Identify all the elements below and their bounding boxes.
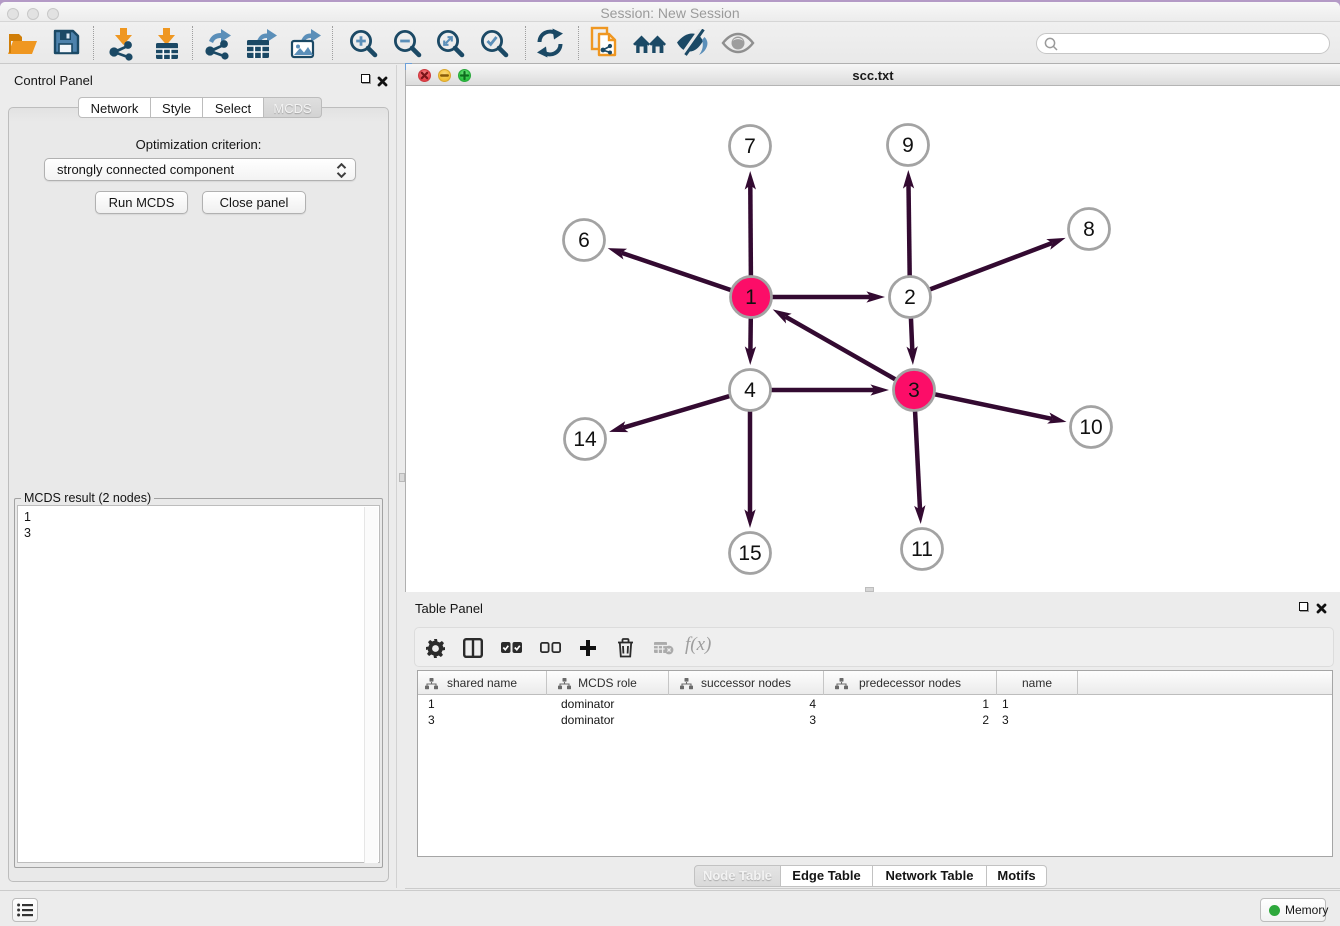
svg-text:8: 8 bbox=[1083, 218, 1095, 241]
svg-text:4: 4 bbox=[744, 379, 756, 402]
svg-text:11: 11 bbox=[911, 538, 933, 561]
svg-text:15: 15 bbox=[738, 542, 761, 565]
svg-text:7: 7 bbox=[744, 135, 756, 158]
svg-text:14: 14 bbox=[573, 428, 597, 451]
svg-text:6: 6 bbox=[578, 229, 590, 252]
svg-text:1: 1 bbox=[745, 286, 757, 309]
svg-text:3: 3 bbox=[908, 379, 920, 402]
svg-text:9: 9 bbox=[902, 134, 914, 157]
svg-text:2: 2 bbox=[904, 286, 916, 309]
svg-text:10: 10 bbox=[1079, 416, 1102, 439]
